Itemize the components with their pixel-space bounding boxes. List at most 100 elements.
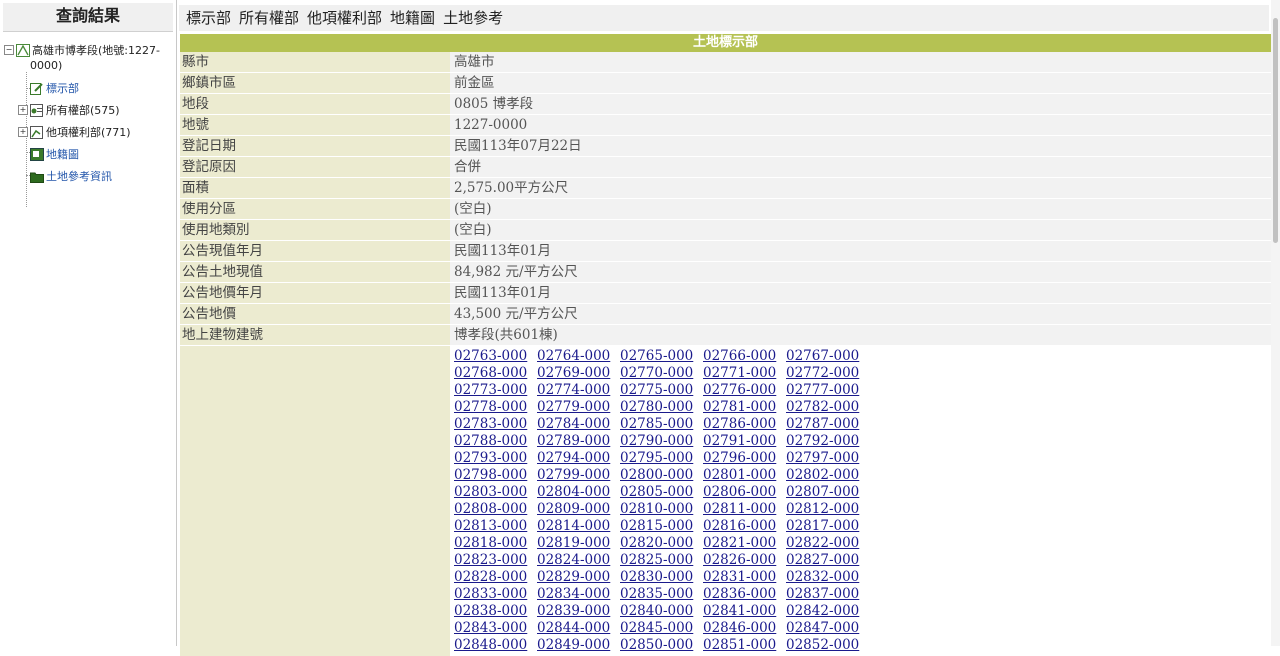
building-number-link[interactable]: 02823-000 [454, 552, 537, 569]
building-number-link[interactable]: 02789-000 [537, 433, 620, 450]
building-number-link[interactable]: 02815-000 [620, 518, 703, 535]
tab-other-rights[interactable]: 他項權利部 [307, 9, 382, 27]
building-number-link[interactable]: 02818-000 [454, 535, 537, 552]
building-number-link[interactable]: 02840-000 [620, 603, 703, 620]
building-number-link[interactable]: 02796-000 [703, 450, 786, 467]
building-number-link[interactable]: 02842-000 [786, 603, 869, 620]
building-number-link[interactable]: 02776-000 [703, 382, 786, 399]
building-number-link[interactable]: 02846-000 [703, 620, 786, 637]
building-number-link[interactable]: 02801-000 [703, 467, 786, 484]
building-number-link[interactable]: 02780-000 [620, 399, 703, 416]
building-number-link[interactable]: 02845-000 [620, 620, 703, 637]
building-number-link[interactable]: 02771-000 [703, 365, 786, 382]
tree-item-land-reference[interactable]: 土地參考資訊 [30, 168, 112, 184]
building-number-link[interactable]: 02795-000 [620, 450, 703, 467]
building-number-link[interactable]: 02782-000 [786, 399, 869, 416]
building-number-link[interactable]: 02777-000 [786, 382, 869, 399]
building-number-link[interactable]: 02835-000 [620, 586, 703, 603]
building-number-link[interactable]: 02772-000 [786, 365, 869, 382]
building-number-link[interactable]: 02786-000 [703, 416, 786, 433]
building-number-link[interactable]: 02812-000 [786, 501, 869, 518]
building-number-link[interactable]: 02822-000 [786, 535, 869, 552]
building-number-link[interactable]: 02790-000 [620, 433, 703, 450]
building-number-link[interactable]: 02820-000 [620, 535, 703, 552]
building-number-link[interactable]: 02826-000 [703, 552, 786, 569]
building-number-link[interactable]: 02766-000 [703, 348, 786, 365]
building-number-link[interactable]: 02798-000 [454, 467, 537, 484]
building-number-link[interactable]: 02839-000 [537, 603, 620, 620]
tree-item-ownership[interactable]: + 所有權部(575) [18, 102, 120, 118]
building-number-link[interactable]: 02779-000 [537, 399, 620, 416]
building-number-link[interactable]: 02765-000 [620, 348, 703, 365]
building-number-link[interactable]: 02841-000 [703, 603, 786, 620]
building-number-link[interactable]: 02763-000 [454, 348, 537, 365]
tab-ownership[interactable]: 所有權部 [239, 9, 299, 27]
building-number-link[interactable]: 02774-000 [537, 382, 620, 399]
building-number-link[interactable]: 02828-000 [454, 569, 537, 586]
building-number-link[interactable]: 02778-000 [454, 399, 537, 416]
tree-item-label-section[interactable]: 標示部 [30, 80, 79, 96]
building-number-link[interactable]: 02799-000 [537, 467, 620, 484]
tab-cadastral-map[interactable]: 地籍圖 [390, 9, 435, 27]
collapse-icon[interactable]: − [4, 45, 14, 55]
building-number-link[interactable]: 02773-000 [454, 382, 537, 399]
building-number-link[interactable]: 02809-000 [537, 501, 620, 518]
building-number-link[interactable]: 02813-000 [454, 518, 537, 535]
building-number-link[interactable]: 02843-000 [454, 620, 537, 637]
building-number-link[interactable]: 02802-000 [786, 467, 869, 484]
building-number-link[interactable]: 02775-000 [620, 382, 703, 399]
tab-label-section[interactable]: 標示部 [186, 9, 231, 27]
building-number-link[interactable]: 02817-000 [786, 518, 869, 535]
tree-item-cadastral-map[interactable]: 地籍圖 [30, 146, 79, 162]
building-number-link[interactable]: 02791-000 [703, 433, 786, 450]
scrollbar-thumb[interactable] [1273, 18, 1278, 243]
building-number-link[interactable]: 02769-000 [537, 365, 620, 382]
tree-item-other-rights[interactable]: + 他項權利部(771) [18, 124, 131, 140]
building-number-link[interactable]: 02808-000 [454, 501, 537, 518]
building-number-link[interactable]: 02787-000 [786, 416, 869, 433]
building-number-link[interactable]: 02824-000 [537, 552, 620, 569]
building-number-link[interactable]: 02836-000 [703, 586, 786, 603]
building-number-link[interactable]: 02832-000 [786, 569, 869, 586]
building-number-link[interactable]: 02810-000 [620, 501, 703, 518]
building-number-link[interactable]: 02783-000 [454, 416, 537, 433]
building-number-link[interactable]: 02793-000 [454, 450, 537, 467]
building-number-link[interactable]: 02834-000 [537, 586, 620, 603]
building-number-link[interactable]: 02806-000 [703, 484, 786, 501]
building-number-link[interactable]: 02781-000 [703, 399, 786, 416]
expand-icon[interactable]: + [18, 127, 28, 137]
tree-root[interactable]: − 高雄市博孝段(地號:1227- [4, 42, 160, 58]
building-number-link[interactable]: 02833-000 [454, 586, 537, 603]
building-number-link[interactable]: 02785-000 [620, 416, 703, 433]
building-number-link[interactable]: 02788-000 [454, 433, 537, 450]
tab-land-reference[interactable]: 土地參考 [443, 9, 503, 27]
building-number-link[interactable]: 02794-000 [537, 450, 620, 467]
building-number-link[interactable]: 02844-000 [537, 620, 620, 637]
building-number-link[interactable]: 02811-000 [703, 501, 786, 518]
building-number-link[interactable]: 02821-000 [703, 535, 786, 552]
building-number-link[interactable]: 02827-000 [786, 552, 869, 569]
building-number-link[interactable]: 02816-000 [703, 518, 786, 535]
building-number-link[interactable]: 02847-000 [786, 620, 869, 637]
expand-icon[interactable]: + [18, 105, 28, 115]
building-number-link[interactable]: 02829-000 [537, 569, 620, 586]
building-number-link[interactable]: 02768-000 [454, 365, 537, 382]
building-number-link[interactable]: 02819-000 [537, 535, 620, 552]
building-number-link[interactable]: 02831-000 [703, 569, 786, 586]
building-number-link[interactable]: 02837-000 [786, 586, 869, 603]
building-number-link[interactable]: 02825-000 [620, 552, 703, 569]
building-number-link[interactable]: 02784-000 [537, 416, 620, 433]
building-number-link[interactable]: 02807-000 [786, 484, 869, 501]
building-number-link[interactable]: 02764-000 [537, 348, 620, 365]
building-number-link[interactable]: 02830-000 [620, 569, 703, 586]
building-number-link[interactable]: 02767-000 [786, 348, 869, 365]
building-number-link[interactable]: 02803-000 [454, 484, 537, 501]
building-number-link[interactable]: 02792-000 [786, 433, 869, 450]
building-number-link[interactable]: 02770-000 [620, 365, 703, 382]
building-number-link[interactable]: 02814-000 [537, 518, 620, 535]
building-number-link[interactable]: 02805-000 [620, 484, 703, 501]
building-number-link[interactable]: 02838-000 [454, 603, 537, 620]
building-number-link[interactable]: 02804-000 [537, 484, 620, 501]
building-number-link[interactable]: 02797-000 [786, 450, 869, 467]
building-number-link[interactable]: 02800-000 [620, 467, 703, 484]
